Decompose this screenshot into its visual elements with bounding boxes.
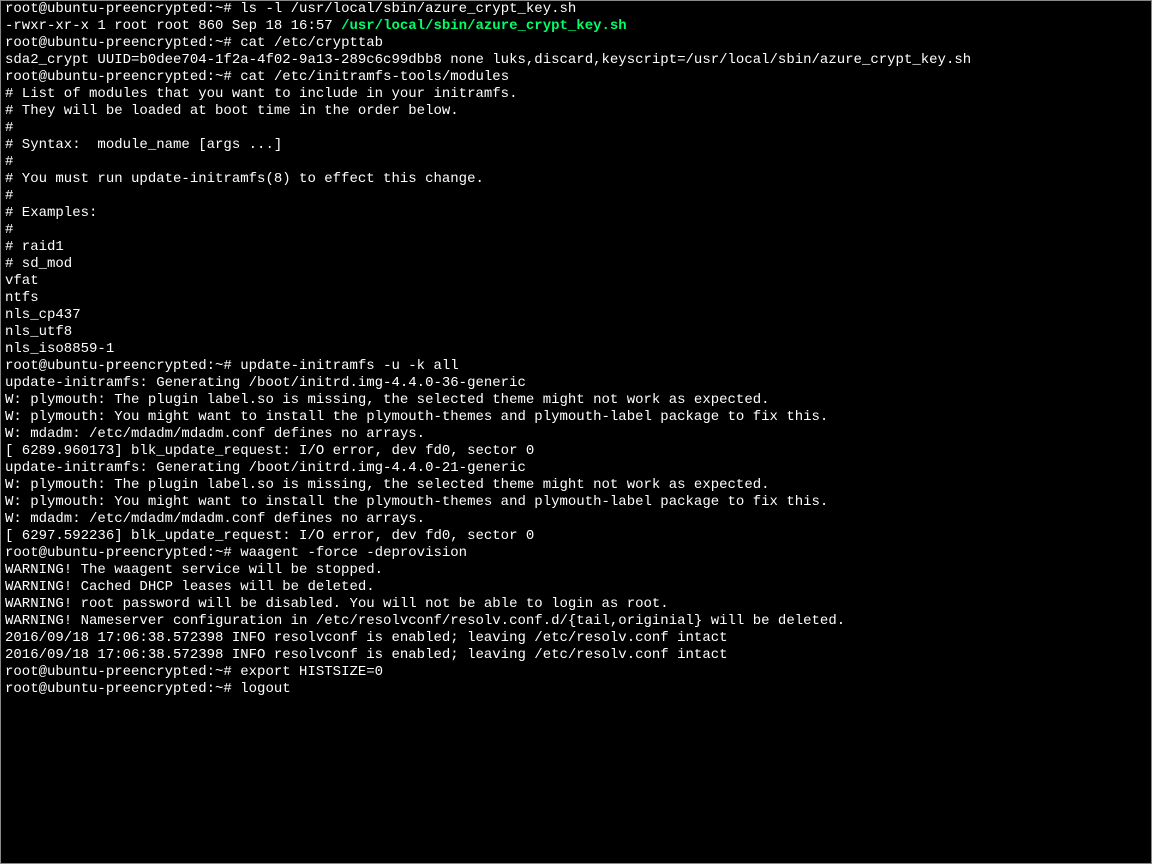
- shell-command: ls -l /usr/local/sbin/azure_crypt_key.sh: [240, 1, 576, 17]
- terminal-line: WARNING! The waagent service will be sto…: [5, 562, 1147, 579]
- terminal-line: vfat: [5, 273, 1147, 290]
- terminal-line: #: [5, 120, 1147, 137]
- shell-prompt: root@ubuntu-preencrypted:~#: [5, 35, 240, 51]
- terminal-line: -rwxr-xr-x 1 root root 860 Sep 18 16:57 …: [5, 18, 1147, 35]
- terminal-window[interactable]: root@ubuntu-preencrypted:~# ls -l /usr/l…: [0, 0, 1152, 864]
- terminal-line: root@ubuntu-preencrypted:~# logout: [5, 681, 1147, 698]
- terminal-line: # Examples:: [5, 205, 1147, 222]
- terminal-line: 2016/09/18 17:06:38.572398 INFO resolvco…: [5, 647, 1147, 664]
- shell-command: update-initramfs -u -k all: [240, 358, 458, 374]
- terminal-line: root@ubuntu-preencrypted:~# cat /etc/ini…: [5, 69, 1147, 86]
- ls-filepath: /usr/local/sbin/azure_crypt_key.sh: [341, 18, 627, 34]
- terminal-line: W: mdadm: /etc/mdadm/mdadm.conf defines …: [5, 426, 1147, 443]
- terminal-line: root@ubuntu-preencrypted:~# export HISTS…: [5, 664, 1147, 681]
- terminal-line: # You must run update-initramfs(8) to ef…: [5, 171, 1147, 188]
- shell-prompt: root@ubuntu-preencrypted:~#: [5, 1, 240, 17]
- terminal-line: 2016/09/18 17:06:38.572398 INFO resolvco…: [5, 630, 1147, 647]
- shell-prompt: root@ubuntu-preencrypted:~#: [5, 69, 240, 85]
- terminal-line: # They will be loaded at boot time in th…: [5, 103, 1147, 120]
- shell-prompt: root@ubuntu-preencrypted:~#: [5, 681, 240, 697]
- terminal-line: #: [5, 188, 1147, 205]
- terminal-line: update-initramfs: Generating /boot/initr…: [5, 375, 1147, 392]
- terminal-line: W: plymouth: The plugin label.so is miss…: [5, 392, 1147, 409]
- terminal-line: update-initramfs: Generating /boot/initr…: [5, 460, 1147, 477]
- shell-command: logout: [240, 681, 290, 697]
- terminal-line: WARNING! Cached DHCP leases will be dele…: [5, 579, 1147, 596]
- terminal-line: ntfs: [5, 290, 1147, 307]
- terminal-line: [ 6289.960173] blk_update_request: I/O e…: [5, 443, 1147, 460]
- shell-prompt: root@ubuntu-preencrypted:~#: [5, 664, 240, 680]
- terminal-line: W: plymouth: The plugin label.so is miss…: [5, 477, 1147, 494]
- terminal-line: # Syntax: module_name [args ...]: [5, 137, 1147, 154]
- terminal-line: root@ubuntu-preencrypted:~# cat /etc/cry…: [5, 35, 1147, 52]
- ls-meta: -rwxr-xr-x 1 root root 860 Sep 18 16:57: [5, 18, 341, 34]
- shell-command: cat /etc/initramfs-tools/modules: [240, 69, 509, 85]
- terminal-line: #: [5, 154, 1147, 171]
- terminal-line: #: [5, 222, 1147, 239]
- terminal-line: nls_iso8859-1: [5, 341, 1147, 358]
- terminal-line: W: plymouth: You might want to install t…: [5, 409, 1147, 426]
- terminal-line: root@ubuntu-preencrypted:~# waagent -for…: [5, 545, 1147, 562]
- terminal-line: # List of modules that you want to inclu…: [5, 86, 1147, 103]
- shell-command: export HISTSIZE=0: [240, 664, 383, 680]
- terminal-line: WARNING! root password will be disabled.…: [5, 596, 1147, 613]
- terminal-line: [ 6297.592236] blk_update_request: I/O e…: [5, 528, 1147, 545]
- terminal-line: root@ubuntu-preencrypted:~# ls -l /usr/l…: [5, 1, 1147, 18]
- terminal-line: # sd_mod: [5, 256, 1147, 273]
- shell-prompt: root@ubuntu-preencrypted:~#: [5, 545, 240, 561]
- terminal-line: root@ubuntu-preencrypted:~# update-initr…: [5, 358, 1147, 375]
- terminal-line: sda2_crypt UUID=b0dee704-1f2a-4f02-9a13-…: [5, 52, 1147, 69]
- shell-prompt: root@ubuntu-preencrypted:~#: [5, 358, 240, 374]
- terminal-line: # raid1: [5, 239, 1147, 256]
- shell-command: waagent -force -deprovision: [240, 545, 467, 561]
- terminal-line: WARNING! Nameserver configuration in /et…: [5, 613, 1147, 630]
- shell-command: cat /etc/crypttab: [240, 35, 383, 51]
- terminal-line: W: plymouth: You might want to install t…: [5, 494, 1147, 511]
- terminal-line: nls_utf8: [5, 324, 1147, 341]
- terminal-line: W: mdadm: /etc/mdadm/mdadm.conf defines …: [5, 511, 1147, 528]
- terminal-line: nls_cp437: [5, 307, 1147, 324]
